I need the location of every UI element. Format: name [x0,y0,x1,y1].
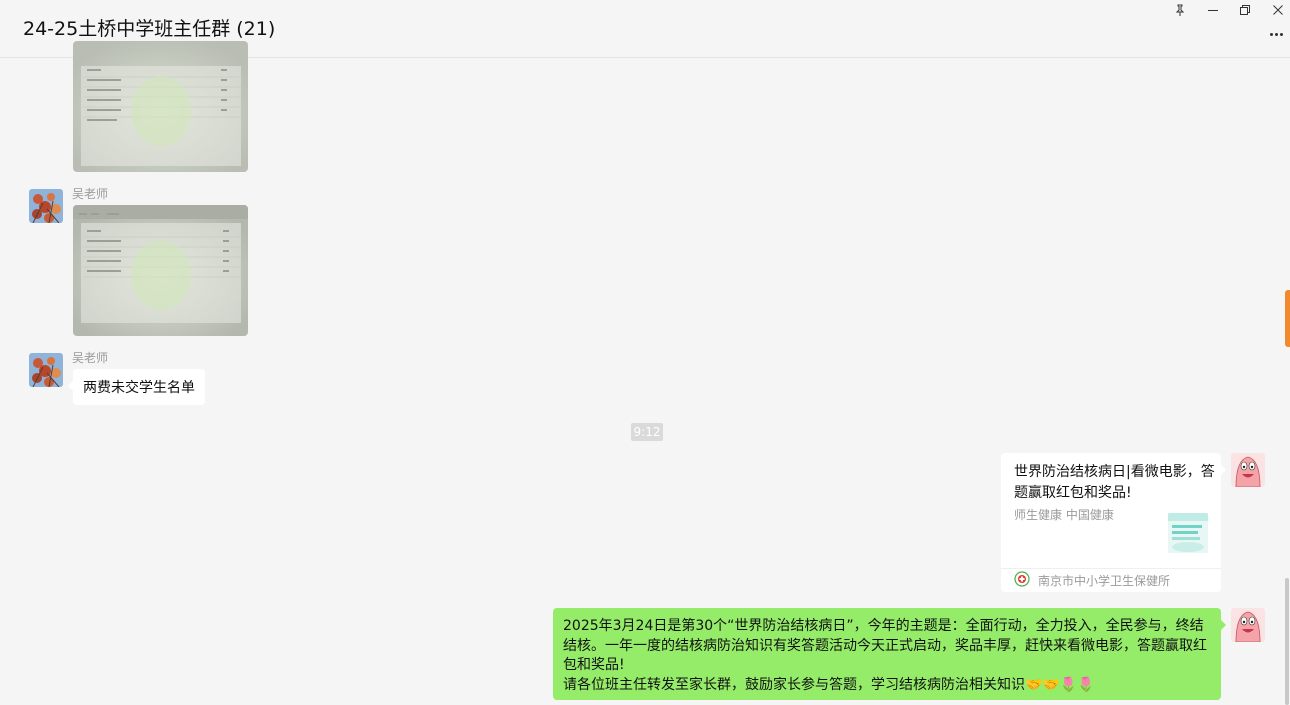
message-text: 请各位班主任转发至家长群，鼓励家长参与答题，学习结核病防治相关知识🤝🤝🌷🌷 [563,676,1095,693]
timestamp: 9:12 [631,423,663,441]
minimize-button[interactable] [1197,0,1229,20]
message-text: 2025年3月24日是第30个“世界防治结核病日”，今年的主题是：全面行动，全力… [563,618,1207,673]
link-card[interactable]: 世界防治结核病日|看微电影，答题赢取红包和奖品! 师生健康 中国健康 南京市中小… [1001,453,1226,592]
message-text: 两费未交学生名单 [83,380,195,396]
own-avatar[interactable] [1231,608,1265,642]
restore-button[interactable] [1229,0,1261,20]
scrollbar-thumb[interactable] [1285,578,1289,705]
own-message-bubble[interactable]: 2025年3月24日是第30个“世界防治结核病日”，今年的主题是：全面行动，全力… [553,608,1226,700]
sender-name: 吴老师 [72,187,109,201]
dot-icon [1274,32,1278,36]
card-divider [1001,568,1221,569]
own-avatar[interactable] [1231,453,1265,487]
message-image-1[interactable] [73,41,248,172]
card-thumbnail [1168,513,1208,553]
message-bubble[interactable]: 两费未交学生名单 [68,369,205,405]
dot-icon [1269,32,1273,36]
message-image-2[interactable] [73,205,248,336]
more-options-button[interactable] [1265,26,1287,42]
avatar[interactable] [29,189,63,223]
restore-icon [1240,5,1250,15]
card-description: 师生健康 中国健康 [1014,508,1114,522]
sender-name: 吴老师 [72,351,109,365]
pin-icon [1175,4,1185,16]
pin-button[interactable] [1164,0,1196,20]
chat-title: 24-25土桥中学班主任群 (21) [23,18,276,40]
dot-icon [1279,32,1283,36]
minimize-icon [1208,10,1218,11]
side-tab[interactable] [1285,290,1290,347]
avatar[interactable] [29,353,63,387]
close-button[interactable] [1262,0,1290,20]
card-title: 世界防治结核病日|看微电影，答题赢取红包和奖品! [1014,464,1215,501]
card-source: 南京市中小学卫生保健所 [1038,574,1171,588]
source-logo-icon [1014,571,1030,587]
close-icon [1273,5,1283,15]
